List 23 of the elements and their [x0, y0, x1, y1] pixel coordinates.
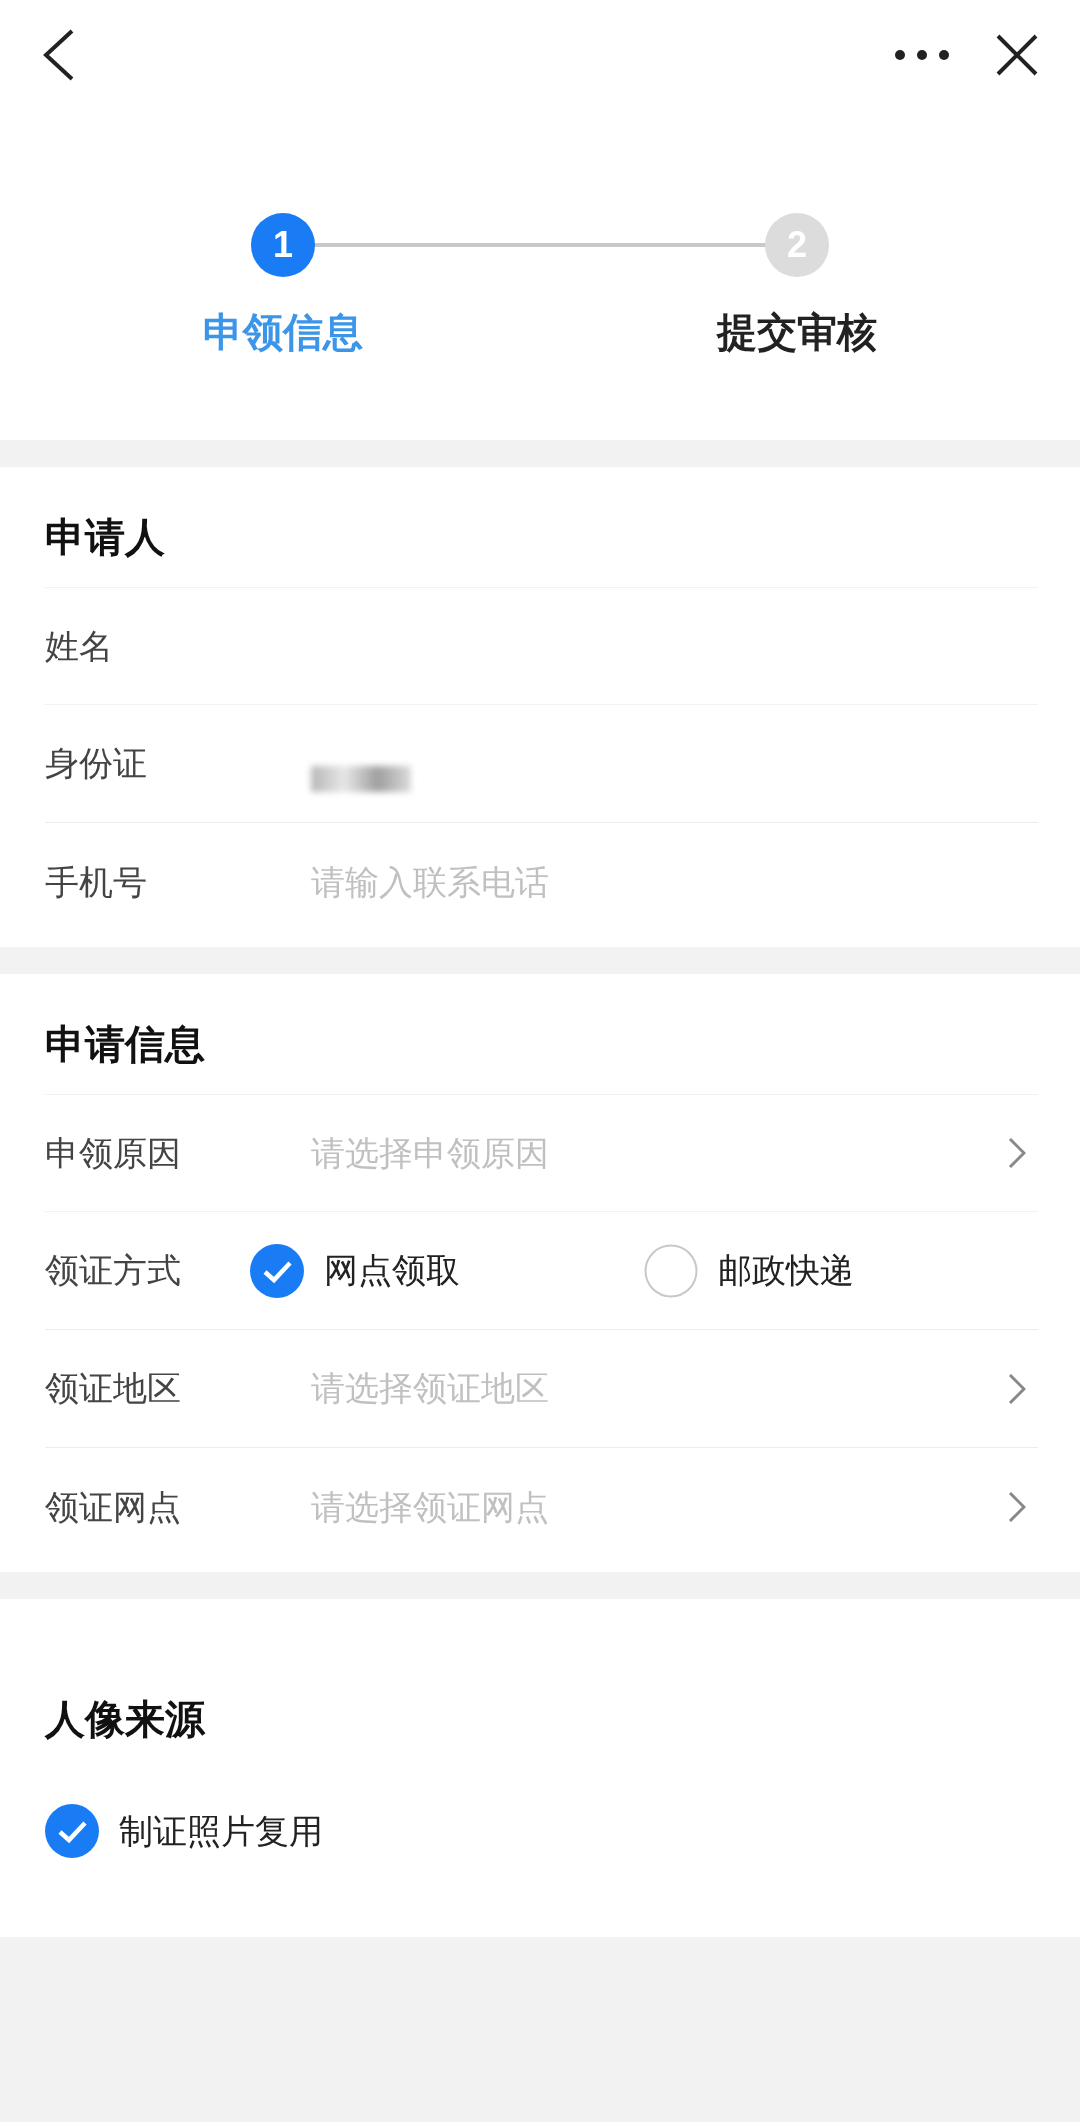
close-icon[interactable] — [996, 34, 1038, 76]
section-title: 人像来源 — [43, 1696, 207, 1743]
checkbox-option[interactable]: 制证照片复用 — [45, 1804, 1035, 1858]
field-label: 身份证 — [45, 743, 148, 784]
step-label: 申领信息 — [202, 309, 364, 356]
section-title: 申请信息 — [44, 1021, 206, 1068]
field-label: 姓名 — [45, 625, 114, 667]
phone-input-field[interactable]: 请输入联系电话 — [311, 856, 1038, 908]
chevron-right-icon — [1008, 1372, 1026, 1405]
field-label: 申领原因 — [45, 1132, 182, 1174]
radio-option[interactable]: 网点领取 — [250, 1243, 644, 1298]
field-label: 领证网点 — [45, 1486, 182, 1528]
chevron-right-icon — [1008, 1137, 1026, 1169]
field-label: 领证地区 — [45, 1368, 182, 1409]
more-icon[interactable] — [894, 49, 950, 61]
radio-option[interactable]: 邮政快递 — [644, 1243, 1038, 1298]
chevron-right-icon — [1008, 1491, 1026, 1523]
step-label: 提交审核 — [715, 309, 878, 356]
section-title: 申请人 — [44, 514, 166, 561]
step-number: 1 — [251, 213, 315, 277]
field-label: 手机号 — [45, 861, 148, 903]
field-label: 领证方式 — [45, 1250, 182, 1291]
back-icon[interactable] — [42, 29, 76, 81]
